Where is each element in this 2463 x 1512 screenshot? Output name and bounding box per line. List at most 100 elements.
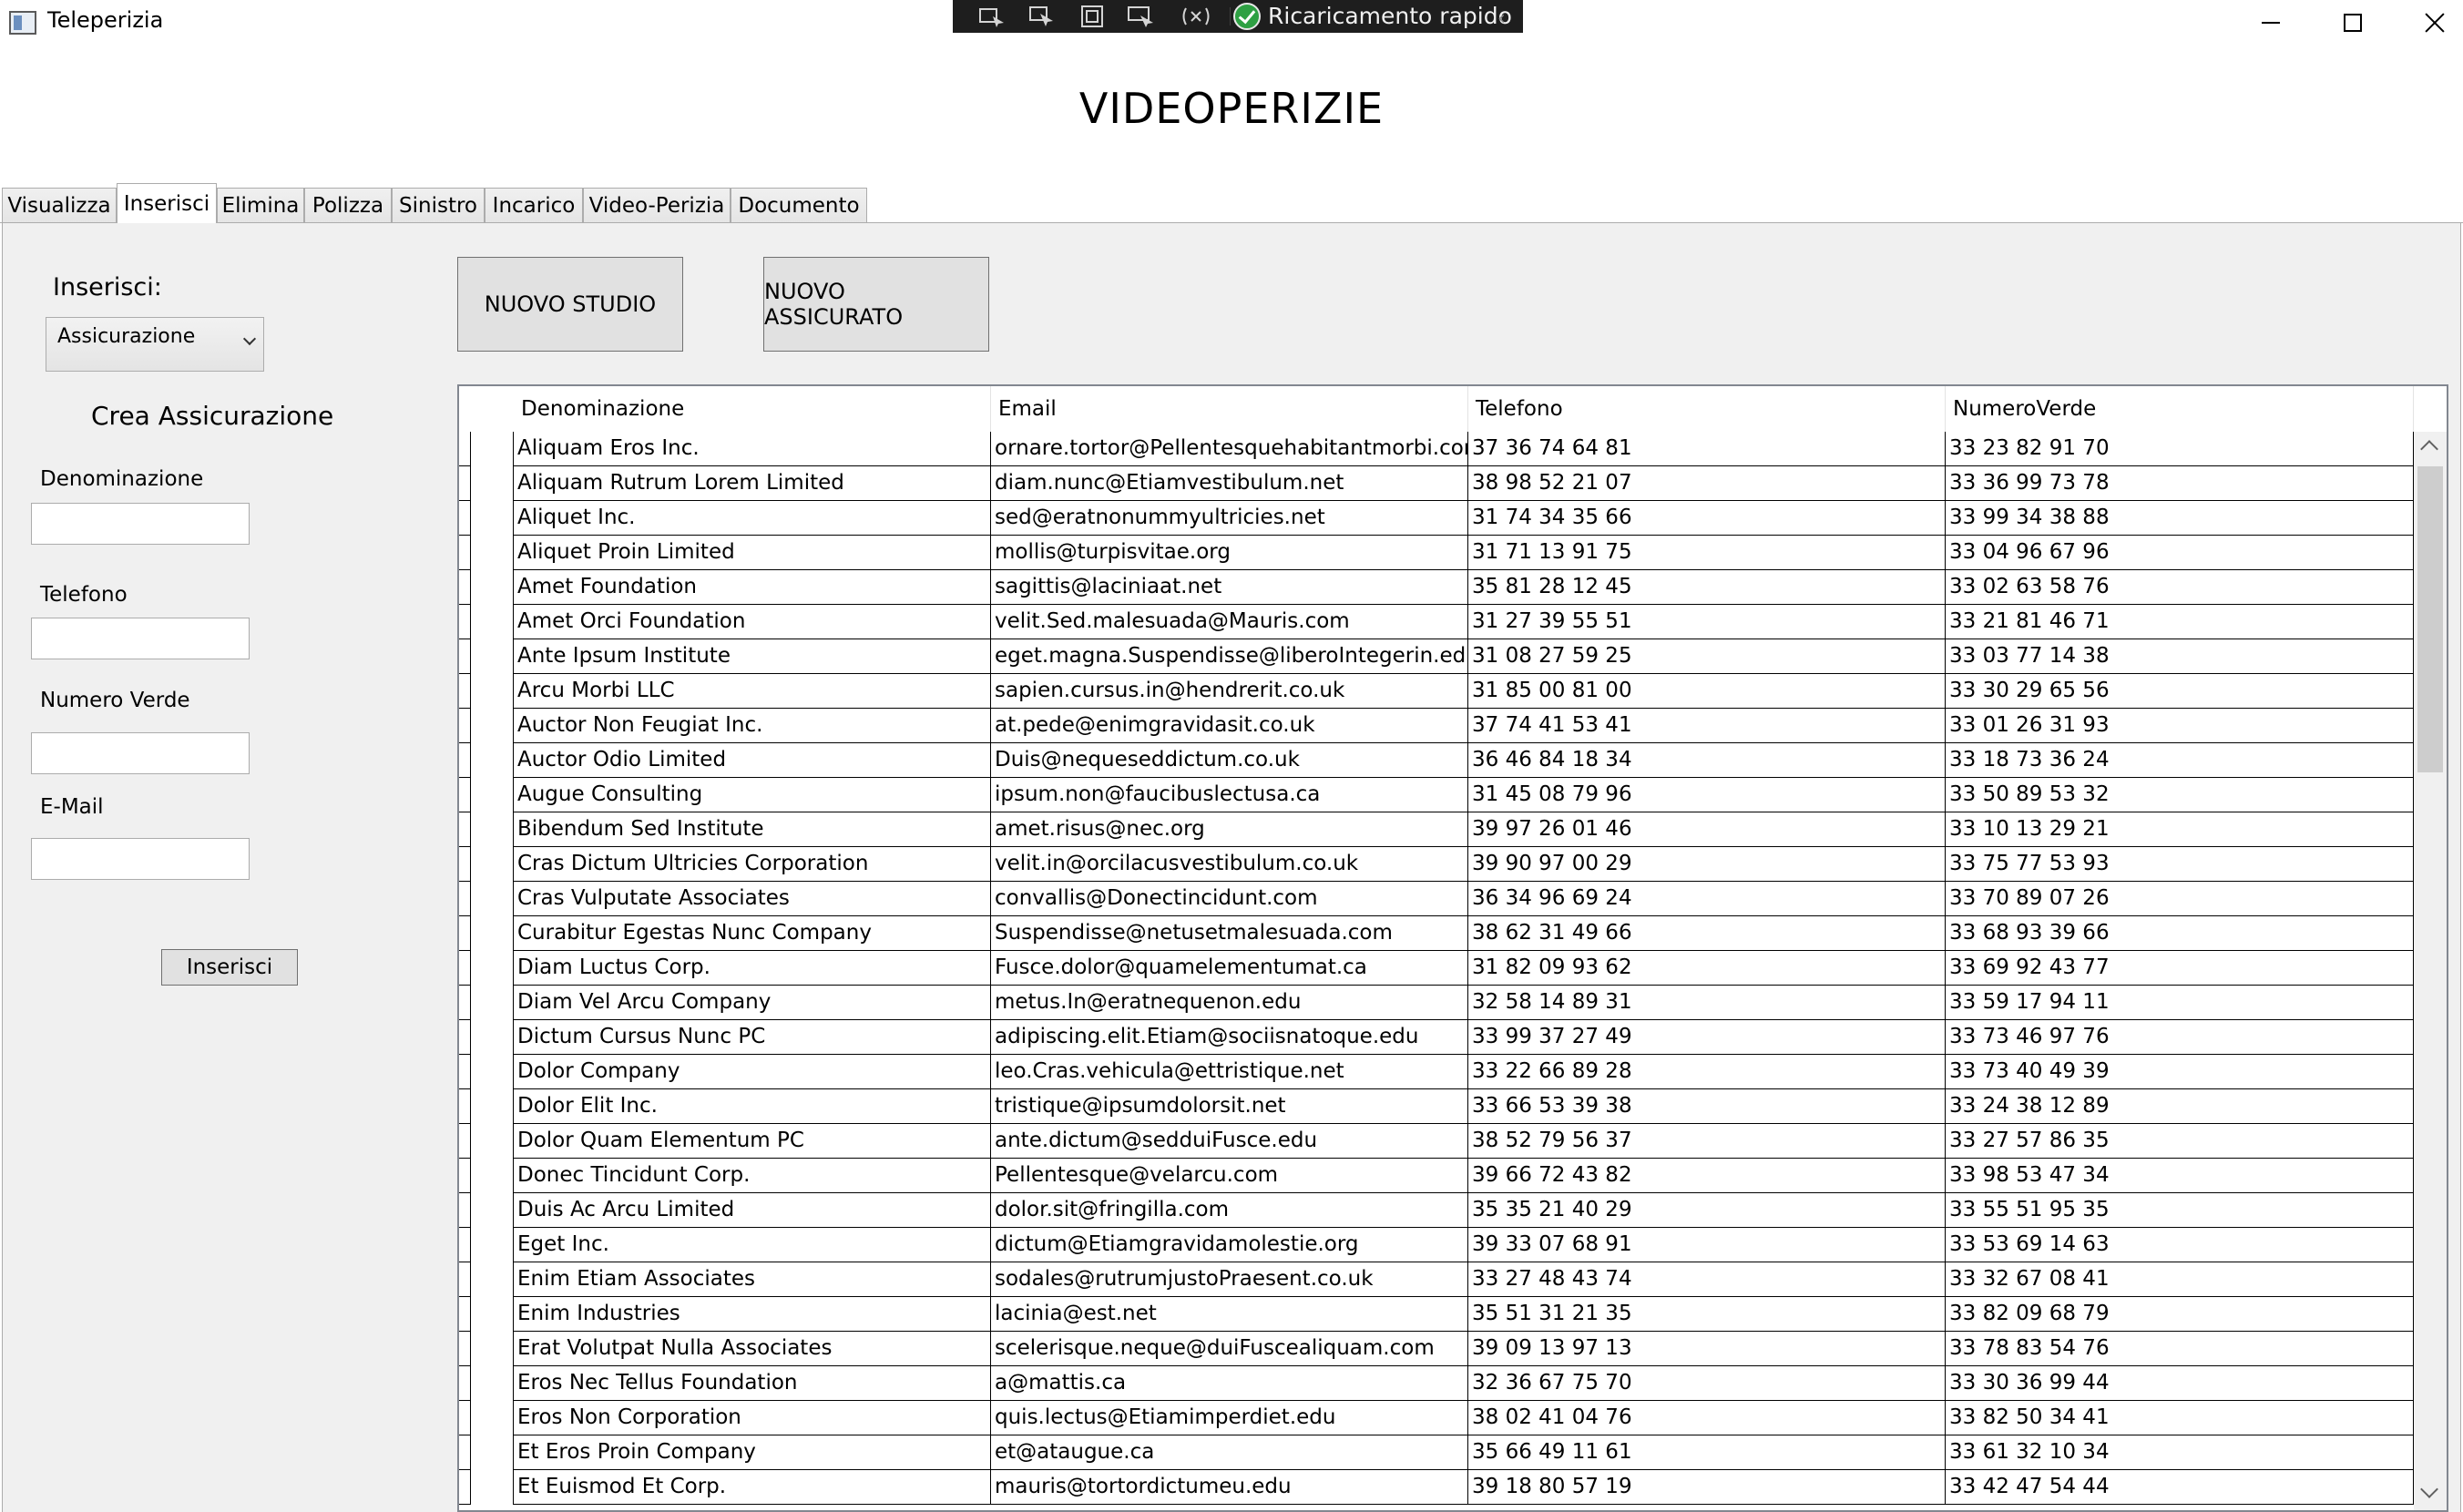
row-header[interactable] [470,1262,514,1297]
cell-telefono[interactable]: 38 98 52 21 07 [1468,466,1946,501]
new-assicurato-button[interactable]: NUOVO ASSICURATO [763,257,989,352]
row-header[interactable] [470,1124,514,1159]
cell-email[interactable]: mauris@tortordictumeu.edu [991,1470,1468,1505]
row-header[interactable] [470,639,514,674]
cell-denominazione[interactable]: Erat Volutpat Nulla Associates [514,1332,991,1366]
cell-telefono[interactable]: 33 27 48 43 74 [1468,1262,1946,1297]
table-row[interactable]: Enim Etiam Associates sodales@rutrumjusto… [459,1262,2414,1297]
cell-denominazione[interactable]: Ante Ipsum Institute [514,639,991,674]
cell-denominazione[interactable]: Duis Ac Arcu Limited [514,1193,991,1228]
cell-telefono[interactable]: 36 34 96 69 24 [1468,882,1946,916]
row-header[interactable] [470,882,514,916]
minimize-button[interactable] [2230,0,2312,46]
cell-email[interactable]: Fusce.dolor@quamelementumat.ca [991,951,1468,986]
table-row[interactable]: Curabitur Egestas Nunc Company Suspendiss… [459,916,2414,951]
cell-telefono[interactable]: 32 58 14 89 31 [1468,986,1946,1020]
cell-telefono[interactable]: 38 02 41 04 76 [1468,1401,1946,1435]
denominazione-field[interactable] [31,503,250,545]
cell-email[interactable]: eget.magna.Suspendisse@liberoIntegerin.e… [991,639,1468,674]
cell-denominazione[interactable]: Amet Orci Foundation [514,605,991,639]
cell-email[interactable]: quis.lectus@Etiamimperdiet.edu [991,1401,1468,1435]
cell-email[interactable]: sed@eratnonummyultricies.net [991,501,1468,536]
cell-denominazione[interactable]: Aliquam Eros Inc. [514,432,991,466]
cell-email[interactable]: Pellentesque@velarcu.com [991,1159,1468,1193]
cell-numeroverde[interactable]: 33 61 32 10 34 [1946,1435,2414,1470]
row-header[interactable] [470,1193,514,1228]
maximize-button[interactable] [2312,0,2394,46]
cell-numeroverde[interactable]: 33 18 73 36 24 [1946,743,2414,778]
table-row[interactable]: Auctor Non Feugiat Inc. at.pede@enimgravi… [459,709,2414,743]
cell-telefono[interactable]: 39 97 26 01 46 [1468,812,1946,847]
cell-telefono[interactable]: 32 36 67 75 70 [1468,1366,1946,1401]
row-header[interactable] [470,1401,514,1435]
cell-denominazione[interactable]: Diam Vel Arcu Company [514,986,991,1020]
cell-telefono[interactable]: 36 46 84 18 34 [1468,743,1946,778]
cell-denominazione[interactable]: Diam Luctus Corp. [514,951,991,986]
cell-numeroverde[interactable]: 33 02 63 58 76 [1946,570,2414,605]
cell-telefono[interactable]: 31 45 08 79 96 [1468,778,1946,812]
row-header[interactable] [470,916,514,951]
cell-numeroverde[interactable]: 33 01 26 31 93 [1946,709,2414,743]
cell-numeroverde[interactable]: 33 73 40 49 39 [1946,1055,2414,1089]
hot-reload-label[interactable]: Ricaricamento rapido [1268,3,1512,29]
row-header[interactable] [470,466,514,501]
row-header[interactable] [470,1435,514,1470]
table-row[interactable]: Dolor Company leo.Cras.vehicula@ettristiq… [459,1055,2414,1089]
cell-numeroverde[interactable]: 33 10 13 29 21 [1946,812,2414,847]
row-header[interactable] [470,1332,514,1366]
cell-telefono[interactable]: 33 22 66 89 28 [1468,1055,1946,1089]
scroll-up-icon[interactable] [2420,440,2438,458]
cell-numeroverde[interactable]: 33 32 67 08 41 [1946,1262,2414,1297]
tab-elimina[interactable]: Elimina [217,188,304,222]
cell-telefono[interactable]: 37 36 74 64 81 [1468,432,1946,466]
table-row[interactable]: Duis Ac Arcu Limited dolor.sit@fringilla.… [459,1193,2414,1228]
cell-email[interactable]: velit.Sed.malesuada@Mauris.com [991,605,1468,639]
cell-telefono[interactable]: 37 74 41 53 41 [1468,709,1946,743]
cell-numeroverde[interactable]: 33 50 89 53 32 [1946,778,2414,812]
email-field[interactable] [31,838,250,880]
cell-telefono[interactable]: 31 71 13 91 75 [1468,536,1946,570]
cell-email[interactable]: sagittis@laciniaat.net [991,570,1468,605]
table-row[interactable]: Aliquet Inc. sed@eratnonummyultricies.net… [459,501,2414,536]
row-header[interactable] [470,743,514,778]
cell-denominazione[interactable]: Bibendum Sed Institute [514,812,991,847]
numero-verde-field[interactable] [31,732,250,774]
cell-telefono[interactable]: 38 52 79 56 37 [1468,1124,1946,1159]
cell-telefono[interactable]: 35 66 49 11 61 [1468,1435,1946,1470]
table-row[interactable]: Dolor Quam Elementum PC ante.dictum@seddu… [459,1124,2414,1159]
table-row[interactable]: Amet Foundation sagittis@laciniaat.net 35 … [459,570,2414,605]
cell-telefono[interactable]: 31 82 09 93 62 [1468,951,1946,986]
cell-telefono[interactable]: 31 74 34 35 66 [1468,501,1946,536]
cell-email[interactable]: tristique@ipsumdolorsit.net [991,1089,1468,1124]
cell-email[interactable]: a@mattis.ca [991,1366,1468,1401]
cell-telefono[interactable]: 38 62 31 49 66 [1468,916,1946,951]
entity-type-select[interactable]: Assicurazione [46,317,264,372]
cell-email[interactable]: scelerisque.neque@duiFuscealiquam.com [991,1332,1468,1366]
cell-email[interactable]: adipiscing.elit.Etiam@sociisnatoque.edu [991,1020,1468,1055]
row-header[interactable] [470,1366,514,1401]
table-row[interactable]: Augue Consulting ipsum.non@faucibuslectus… [459,778,2414,812]
column-header-telefono[interactable]: Telefono [1468,386,1946,432]
inserisci-button[interactable]: Inserisci [161,949,298,986]
table-row[interactable]: Auctor Odio Limited Duis@nequeseddictum.c… [459,743,2414,778]
cell-numeroverde[interactable]: 33 42 47 54 44 [1946,1470,2414,1505]
cell-numeroverde[interactable]: 33 69 92 43 77 [1946,951,2414,986]
cell-denominazione[interactable]: Donec Tincidunt Corp. [514,1159,991,1193]
table-row[interactable]: Eros Non Corporation quis.lectus@Etiamimp… [459,1401,2414,1435]
column-header-numeroverde[interactable]: NumeroVerde [1946,386,2414,432]
cell-denominazione[interactable]: Dolor Elit Inc. [514,1089,991,1124]
cell-denominazione[interactable]: Enim Etiam Associates [514,1262,991,1297]
cell-email[interactable]: Suspendisse@netusetmalesuada.com [991,916,1468,951]
cell-telefono[interactable]: 31 85 00 81 00 [1468,674,1946,709]
cell-denominazione[interactable]: Cras Dictum Ultricies Corporation [514,847,991,882]
cell-telefono[interactable]: 33 66 53 39 38 [1468,1089,1946,1124]
cell-telefono[interactable]: 39 09 13 97 13 [1468,1332,1946,1366]
cell-email[interactable]: dictum@Etiamgravidamolestie.org [991,1228,1468,1262]
select-element-icon[interactable] [1027,5,1058,28]
cell-email[interactable]: diam.nunc@Etiamvestibulum.net [991,466,1468,501]
table-row[interactable]: Amet Orci Foundation velit.Sed.malesuada@… [459,605,2414,639]
cell-email[interactable]: leo.Cras.vehicula@ettristique.net [991,1055,1468,1089]
tab-incarico[interactable]: Incarico [485,188,583,222]
table-row[interactable]: Cras Vulputate Associates convallis@Donec… [459,882,2414,916]
column-header-denominazione[interactable]: Denominazione [514,386,991,432]
